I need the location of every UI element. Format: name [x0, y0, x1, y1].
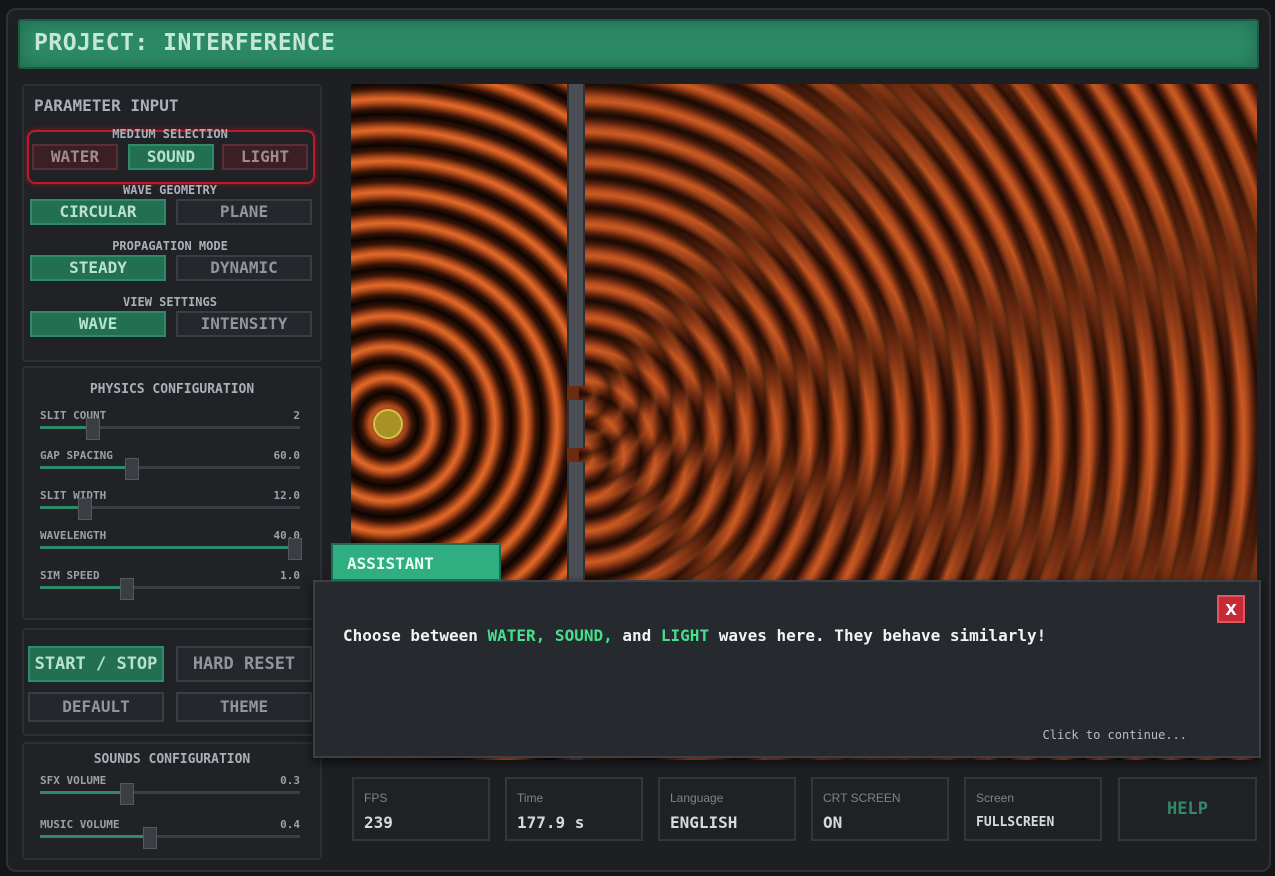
music-volume-slider[interactable]: MUSIC VOLUME 0.4: [40, 818, 302, 852]
sfx-volume-slider[interactable]: SFX VOLUME 0.3: [40, 774, 302, 808]
geometry-circular-button[interactable]: CIRCULAR: [30, 199, 166, 225]
assistant-message-end: waves here. They behave similarly!: [709, 626, 1047, 645]
sounds-configuration-title: SOUNDS CONFIGURATION: [93, 752, 251, 767]
slider-handle[interactable]: [125, 458, 139, 480]
assistant-highlight-light: LIGHT: [660, 626, 710, 645]
slider-track[interactable]: [40, 835, 300, 838]
help-button[interactable]: HELP: [1118, 777, 1257, 841]
slider-value: 0.4: [280, 818, 300, 831]
slider-label: WAVELENGTH: [40, 529, 107, 542]
gap-spacing-slider[interactable]: GAP SPACING 60.0: [40, 449, 302, 483]
click-to-continue[interactable]: Click to continue...: [1043, 728, 1188, 742]
slider-label: MUSIC VOLUME: [40, 818, 120, 831]
assistant-message-mid: and: [612, 626, 661, 645]
hard-reset-button[interactable]: HARD RESET: [176, 646, 312, 682]
slider-handle[interactable]: [120, 783, 134, 805]
slider-handle[interactable]: [86, 418, 100, 440]
slit-count-slider[interactable]: SLIT COUNT 2: [40, 409, 302, 443]
assistant-message-start: Choose between: [343, 626, 488, 645]
slider-value: 1.0: [280, 569, 300, 582]
view-wave-button[interactable]: WAVE: [30, 311, 166, 337]
barrier-top: [567, 84, 585, 386]
language-value: ENGLISH: [670, 813, 738, 832]
app-title: PROJECT: INTERFERENCE: [34, 30, 336, 56]
slider-handle[interactable]: [78, 498, 92, 520]
slider-label: SLIT WIDTH: [40, 489, 107, 502]
theme-button[interactable]: THEME: [176, 692, 312, 722]
screen-mode-toggle[interactable]: Screen FULLSCREEN: [964, 777, 1102, 841]
slider-label: GAP SPACING: [40, 449, 113, 462]
slider-fill: [40, 466, 131, 469]
assistant-dialog[interactable]: X Choose between WATER, SOUND, and LIGHT…: [313, 580, 1261, 758]
propagation-mode-label: PROPAGATION MODE: [112, 239, 228, 253]
slider-track[interactable]: [40, 791, 300, 794]
medium-light-button[interactable]: LIGHT: [222, 144, 308, 170]
mode-dynamic-button[interactable]: DYNAMIC: [176, 255, 312, 281]
time-label: Time: [517, 791, 544, 805]
sim-speed-slider[interactable]: SIM SPEED 1.0: [40, 569, 302, 603]
wave-geometry-label: WAVE GEOMETRY: [123, 183, 217, 197]
parameter-input-title: PARAMETER INPUT: [34, 96, 179, 115]
medium-sound-button[interactable]: SOUND: [128, 144, 214, 170]
fps-readout: FPS 239: [352, 777, 490, 841]
time-readout: Time 177.9 s: [505, 777, 643, 841]
assistant-highlight-media: WATER, SOUND,: [487, 626, 613, 645]
slider-track[interactable]: [40, 466, 300, 469]
crt-screen-value: ON: [823, 813, 843, 832]
slit-width-slider[interactable]: SLIT WIDTH 12.0: [40, 489, 302, 523]
wavelength-slider[interactable]: WAVELENGTH 40.0: [40, 529, 302, 563]
language-toggle[interactable]: Language ENGLISH: [658, 777, 796, 841]
close-icon[interactable]: X: [1217, 595, 1245, 623]
slider-fill: [40, 426, 92, 429]
slider-value: 60.0: [273, 449, 301, 462]
physics-configuration-title: PHYSICS CONFIGURATION: [89, 382, 255, 397]
default-button[interactable]: DEFAULT: [28, 692, 164, 722]
slider-label: SIM SPEED: [40, 569, 100, 582]
slider-track[interactable]: [40, 426, 300, 429]
start-stop-button[interactable]: START / STOP: [28, 646, 164, 682]
language-label: Language: [670, 791, 724, 805]
wave-source-emitter[interactable]: [373, 409, 403, 439]
slider-fill: [40, 586, 126, 589]
time-value: 177.9 s: [517, 813, 585, 832]
fps-value: 239: [364, 813, 393, 832]
assistant-message: Choose between WATER, SOUND, and LIGHT w…: [343, 626, 1046, 645]
geometry-plane-button[interactable]: PLANE: [176, 199, 312, 225]
crt-screen-toggle[interactable]: CRT SCREEN ON: [811, 777, 949, 841]
slider-label: SFX VOLUME: [40, 774, 107, 787]
barrier-middle: [567, 400, 585, 448]
mode-steady-button[interactable]: STEADY: [30, 255, 166, 281]
slider-value: 0.3: [280, 774, 300, 787]
slider-fill: [40, 835, 149, 838]
medium-selection-label: MEDIUM SELECTION: [112, 127, 228, 141]
slider-fill: [40, 546, 300, 549]
screen-value: FULLSCREEN: [976, 815, 1055, 830]
medium-water-button[interactable]: WATER: [32, 144, 118, 170]
crt-screen-label: CRT SCREEN: [823, 791, 901, 805]
view-intensity-button[interactable]: INTENSITY: [176, 311, 312, 337]
screen-label: Screen: [976, 791, 1015, 805]
fps-label: FPS: [364, 791, 388, 805]
view-settings-label: VIEW SETTINGS: [123, 295, 217, 309]
title-bar: PROJECT: INTERFERENCE: [18, 19, 1259, 69]
slider-track[interactable]: [40, 586, 300, 589]
slider-handle[interactable]: [143, 827, 157, 849]
slider-track[interactable]: [40, 546, 300, 549]
assistant-tab: ASSISTANT: [331, 543, 501, 581]
slider-handle[interactable]: [288, 538, 302, 560]
slider-value: 2: [293, 409, 300, 422]
slider-fill: [40, 791, 126, 794]
slider-value: 12.0: [273, 489, 301, 502]
slider-handle[interactable]: [120, 578, 134, 600]
